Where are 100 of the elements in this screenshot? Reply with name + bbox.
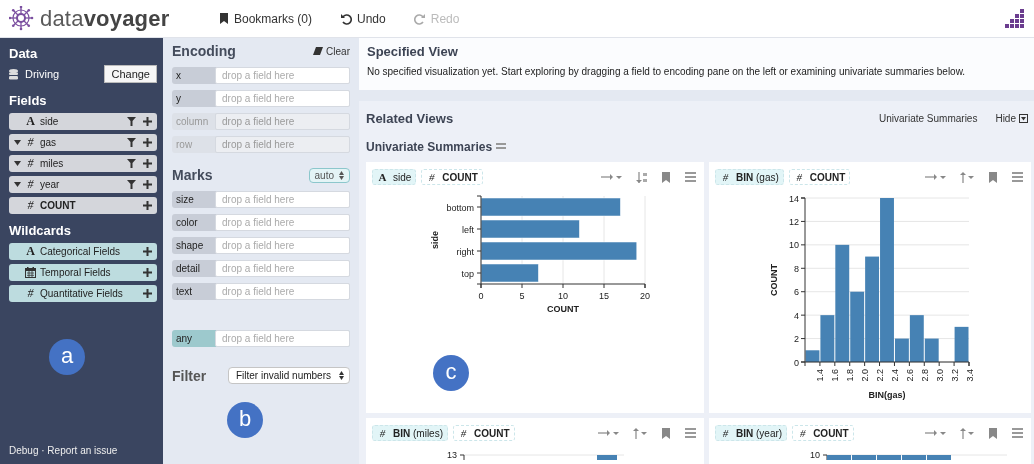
mark-select[interactable]: auto [308, 167, 350, 183]
bookmark-icon[interactable] [661, 171, 671, 183]
field-pill[interactable]: # COUNT [421, 169, 483, 185]
axis-label: bottom [446, 203, 474, 213]
bookmark-icon[interactable] [988, 171, 998, 183]
text-type-icon: A [25, 114, 36, 129]
calendar-icon [25, 267, 36, 278]
axis-title: COUNT [769, 264, 779, 296]
axis-label: 1.4 [815, 369, 826, 382]
list-icon[interactable] [685, 428, 696, 438]
axis-label: 10 [558, 291, 568, 301]
arrow-dropdown-icon[interactable] [598, 428, 619, 438]
hide-button[interactable]: Hide [995, 113, 1028, 124]
arrow-dropdown-icon[interactable] [960, 427, 974, 439]
field-pill[interactable]: # COUNT [788, 169, 851, 185]
text-type-icon: A [25, 244, 36, 259]
axis-label: 15 [599, 291, 609, 301]
bookmark-icon[interactable] [661, 427, 671, 439]
section-title: Univariate Summaries [366, 140, 493, 154]
filter-icon [127, 159, 136, 168]
axis-label: 5 [519, 291, 525, 301]
change-button[interactable]: Change [104, 65, 157, 83]
encoding-shelf[interactable]: shape drop a field here [172, 237, 350, 254]
plus-icon [143, 159, 152, 168]
filter-select[interactable]: Filter invalid numbers [227, 367, 350, 384]
arrow-dropdown-icon[interactable] [925, 172, 946, 182]
axis-label: 14 [789, 193, 799, 204]
arrow-dropdown-icon[interactable] [633, 427, 647, 439]
caret-icon [14, 182, 21, 187]
list-icon[interactable] [1012, 172, 1023, 182]
wildcard-pill[interactable]: Temporal Fields [9, 264, 157, 281]
field-pill[interactable]: # BIN (year) [715, 425, 788, 441]
list-icon [496, 143, 507, 151]
arrow-dropdown-icon[interactable] [601, 172, 622, 182]
encoding-shelf[interactable]: x drop a field here [172, 67, 350, 84]
list-icon[interactable] [685, 172, 696, 182]
collapse-icon [1019, 114, 1028, 123]
footer-links[interactable]: Debug · Report an issue [9, 445, 157, 456]
plus-icon [143, 289, 152, 298]
summaries-link[interactable]: Univariate Summaries [879, 113, 978, 124]
chart-bar [597, 455, 617, 460]
encoding-shelf[interactable]: y drop a field here [172, 90, 350, 107]
dataset-name: Driving [25, 68, 60, 80]
sort-icon[interactable] [636, 171, 647, 183]
redo-icon [413, 12, 426, 25]
encoding-shelf[interactable]: size drop a field here [172, 191, 350, 208]
axis-label: 4 [794, 310, 799, 321]
section-title: Wildcards [9, 223, 72, 238]
plus-icon [143, 247, 152, 256]
arrow-dropdown-icon[interactable] [925, 428, 946, 438]
field-pill[interactable]: # BIN (gas) [715, 169, 784, 185]
bookmark-button[interactable]: Bookmarks (0) [219, 11, 313, 26]
chart-bar [954, 326, 969, 362]
eraser-icon [313, 47, 324, 55]
axis-label: 2.2 [875, 369, 886, 382]
axis-label: 1.6 [830, 369, 841, 382]
axis-label: 2.6 [904, 369, 915, 382]
updown-icon [339, 170, 344, 180]
wildcard-pill[interactable]: A Categorical Fields [9, 243, 157, 260]
list-icon[interactable] [1012, 428, 1023, 438]
plus-icon [143, 201, 152, 210]
field-pill[interactable]: # COUNT [792, 425, 854, 441]
axis-label: 0 [478, 291, 484, 301]
encoding-shelf[interactable]: any drop a field here [172, 330, 350, 347]
section-title: Specified View [367, 44, 459, 59]
field-pill[interactable]: A side [9, 113, 157, 130]
caret-icon [14, 140, 21, 145]
number-type-icon: # [25, 286, 36, 301]
field-pill[interactable]: # COUNT [9, 197, 157, 214]
field-pill[interactable]: A side [372, 169, 417, 185]
info-message: No specified visualization yet. Start exploring by dragging a field to encoding pane on the left or examining univariate summaries below. [367, 66, 967, 77]
field-pill[interactable]: # gas [9, 134, 157, 151]
axis-label: 0 [794, 357, 799, 368]
encoding-shelf[interactable]: detail drop a field here [172, 260, 350, 277]
database-icon [9, 68, 18, 80]
axis-label: top [461, 269, 474, 279]
field-pill[interactable]: # COUNT [453, 425, 515, 441]
chart-bar [480, 263, 539, 283]
arrow-dropdown-icon[interactable] [960, 171, 974, 183]
section-title: Data [9, 46, 39, 61]
number-type-icon: # [25, 135, 36, 150]
bookmark-icon[interactable] [988, 427, 998, 439]
plus-icon [143, 117, 152, 126]
axis-label: 2 [794, 334, 799, 345]
field-pill[interactable]: # year [9, 176, 157, 193]
field-pill[interactable]: # BIN (miles) [372, 425, 448, 441]
wildcard-pill[interactable]: # Quantitative Fields [9, 285, 157, 302]
encoding-shelf[interactable]: color drop a field here [172, 214, 350, 231]
field-pill[interactable]: # miles [9, 155, 157, 172]
plus-icon [143, 180, 152, 189]
section-title: Filter [172, 367, 207, 384]
undo-button[interactable]: Undo [340, 11, 386, 26]
axis-label: 13 [447, 450, 457, 460]
encoding-shelf[interactable]: text drop a field here [172, 283, 350, 300]
filter-icon [127, 117, 136, 126]
app-logo: datavoyager [40, 5, 170, 32]
axis-title: side [430, 231, 440, 249]
clear-button[interactable]: Clear [313, 45, 350, 57]
axis-title: BIN(gas) [868, 390, 906, 400]
number-type-icon: # [25, 198, 36, 213]
